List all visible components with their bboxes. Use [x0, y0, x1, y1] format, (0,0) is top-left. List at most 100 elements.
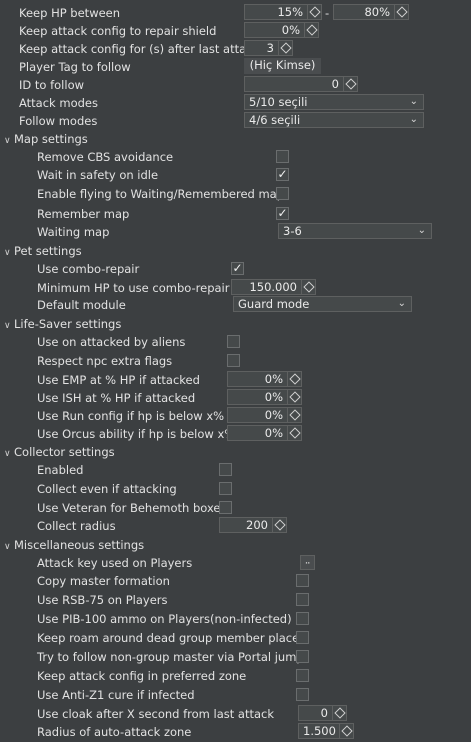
preferred-zone-checkbox[interactable] [296, 669, 309, 682]
roam-checkbox[interactable] [296, 631, 309, 644]
collect-radius-field[interactable]: 200 [219, 517, 273, 533]
row-waiting-map: Waiting map 3-6 ⌄ [0, 223, 471, 241]
copy-master-label: Copy master formation [37, 574, 170, 588]
radius-auto-label: Radius of auto-attack zone [37, 725, 192, 739]
orcus-label: Use Orcus ability if hp is below x% [37, 427, 236, 441]
default-module-select[interactable]: Guard mode ⌄ [233, 296, 412, 312]
attack-seconds-field[interactable]: 3 [244, 40, 279, 56]
min-hp-spinner-icon[interactable] [302, 279, 316, 295]
repair-shield-field[interactable]: 0% [244, 22, 305, 38]
repair-shield-spinner-icon[interactable] [305, 22, 319, 38]
ish-spinner-icon[interactable] [288, 389, 302, 405]
follow-modes-select[interactable]: 4/6 seçili ⌄ [244, 112, 424, 128]
row-combo-repair: Use combo-repair ✓ [0, 260, 471, 278]
copy-master-checkbox[interactable] [296, 574, 309, 587]
collector-enabled-label: Enabled [37, 463, 84, 477]
min-hp-field[interactable]: 150.000 [231, 279, 302, 295]
row-copy-master: Copy master formation [0, 572, 471, 590]
run-field[interactable]: 0% [227, 407, 288, 423]
hp-max-field[interactable]: 80% [333, 4, 395, 20]
row-run: Use Run config if hp is below x% 0% [0, 407, 471, 425]
life-saver-header[interactable]: ∨ Life-Saver settings [0, 315, 471, 333]
checkmark-icon: ✓ [277, 167, 288, 181]
attack-modes-select[interactable]: 5/10 seçili ⌄ [244, 94, 424, 110]
radius-auto-spinner-icon[interactable] [340, 723, 354, 739]
life-saver-title: Life-Saver settings [14, 317, 122, 331]
id-follow-spinner-icon[interactable] [344, 76, 358, 92]
collector-title: Collector settings [14, 445, 115, 459]
pet-settings-title: Pet settings [14, 244, 82, 258]
follow-modes-label: Follow modes [19, 114, 98, 128]
remove-cbs-label: Remove CBS avoidance [37, 150, 174, 164]
combo-repair-label: Use combo-repair [37, 262, 140, 276]
remember-map-label: Remember map [37, 207, 130, 221]
enable-flying-checkbox[interactable] [276, 187, 289, 200]
follow-modes-value: 4/6 seçili [249, 113, 301, 127]
row-remove-cbs: Remove CBS avoidance [0, 148, 471, 166]
min-hp-label: Minimum HP to use combo-repair [37, 281, 230, 295]
row-emp: Use EMP at % HP if attacked 0% [0, 371, 471, 389]
emp-spinner-icon[interactable] [288, 371, 302, 387]
row-collector-enabled: Enabled [0, 461, 471, 479]
attack-modes-label: Attack modes [19, 96, 98, 110]
row-collect-radius: Collect radius 200 [0, 517, 471, 535]
waiting-map-select[interactable]: 3-6 ⌄ [278, 223, 432, 239]
row-keep-hp: Keep HP between 15% - 80% [0, 4, 471, 22]
remember-map-checkbox[interactable]: ✓ [276, 207, 289, 220]
attacked-aliens-checkbox[interactable] [227, 335, 240, 348]
run-spinner-icon[interactable] [288, 407, 302, 423]
radius-auto-field[interactable]: 1.500 [298, 723, 340, 739]
combo-repair-checkbox[interactable]: ✓ [231, 262, 244, 275]
orcus-field[interactable]: 0% [227, 425, 288, 441]
section-expanded-chevron-icon: ∨ [4, 136, 11, 146]
collect-attacking-checkbox[interactable] [219, 482, 232, 495]
collector-enabled-checkbox[interactable] [219, 463, 232, 476]
checkmark-icon: ✓ [232, 261, 243, 275]
collect-radius-label: Collect radius [37, 519, 116, 533]
anti-z1-checkbox[interactable] [296, 688, 309, 701]
emp-field[interactable]: 0% [227, 371, 288, 387]
row-enable-flying: Enable flying to Waiting/Remembered map [0, 185, 471, 203]
row-default-module: Default module Guard mode ⌄ [0, 296, 471, 314]
row-wait-safety: Wait in safety on idle ✓ [0, 166, 471, 184]
keep-attack-repair-label: Keep attack config to repair shield [19, 24, 217, 38]
row-veteran: Use Veteran for Behemoth boxes [0, 499, 471, 517]
wait-safety-checkbox[interactable]: ✓ [276, 168, 289, 181]
keep-hp-label: Keep HP between [19, 6, 121, 20]
cloak-spinner-icon[interactable] [333, 705, 347, 721]
collect-attacking-label: Collect even if attacking [37, 482, 177, 496]
row-attack-seconds: Keep attack config for (s) after last at… [0, 40, 471, 58]
row-ish: Use ISH at % HP if attacked 0% [0, 389, 471, 407]
collect-radius-spinner-icon[interactable] [273, 517, 287, 533]
respect-npc-checkbox[interactable] [227, 354, 240, 367]
hp-min-spinner-icon[interactable] [308, 4, 322, 20]
pet-settings-header[interactable]: ∨ Pet settings [0, 242, 471, 260]
row-follow-modes: Follow modes 4/6 seçili ⌄ [0, 112, 471, 130]
misc-header[interactable]: ∨ Miscellaneous settings [0, 536, 471, 554]
row-roam: Keep roam around dead group member place [0, 629, 471, 647]
row-min-hp: Minimum HP to use combo-repair 150.000 [0, 279, 471, 297]
section-expanded-chevron-icon: ∨ [4, 542, 11, 552]
attack-key-button[interactable]: ⠤ [300, 555, 315, 570]
id-follow-field[interactable]: 0 [244, 76, 344, 92]
portal-checkbox[interactable] [296, 650, 309, 663]
default-module-value: Guard mode [238, 297, 310, 311]
collector-header[interactable]: ∨ Collector settings [0, 443, 471, 461]
row-radius-auto: Radius of auto-attack zone 1.500 [0, 723, 471, 741]
cloak-field[interactable]: 0 [298, 705, 333, 721]
hp-max-spinner-icon[interactable] [395, 4, 409, 20]
player-tag-button[interactable]: (Hiç Kimse) [244, 58, 321, 74]
waiting-map-label: Waiting map [37, 225, 110, 239]
remove-cbs-checkbox[interactable] [276, 150, 289, 163]
ish-field[interactable]: 0% [227, 389, 288, 405]
orcus-spinner-icon[interactable] [288, 425, 302, 441]
rsb-checkbox[interactable] [296, 593, 309, 606]
enable-flying-label: Enable flying to Waiting/Remembered map [37, 187, 285, 201]
map-settings-header[interactable]: ∨ Map settings [0, 130, 471, 148]
row-preferred-zone: Keep attack config in preferred zone [0, 667, 471, 685]
attack-seconds-spinner-icon[interactable] [279, 40, 293, 56]
chevron-down-icon: ⌄ [397, 298, 406, 309]
veteran-checkbox[interactable] [219, 501, 232, 514]
pib-checkbox[interactable] [296, 612, 309, 625]
hp-min-field[interactable]: 15% [244, 4, 308, 20]
